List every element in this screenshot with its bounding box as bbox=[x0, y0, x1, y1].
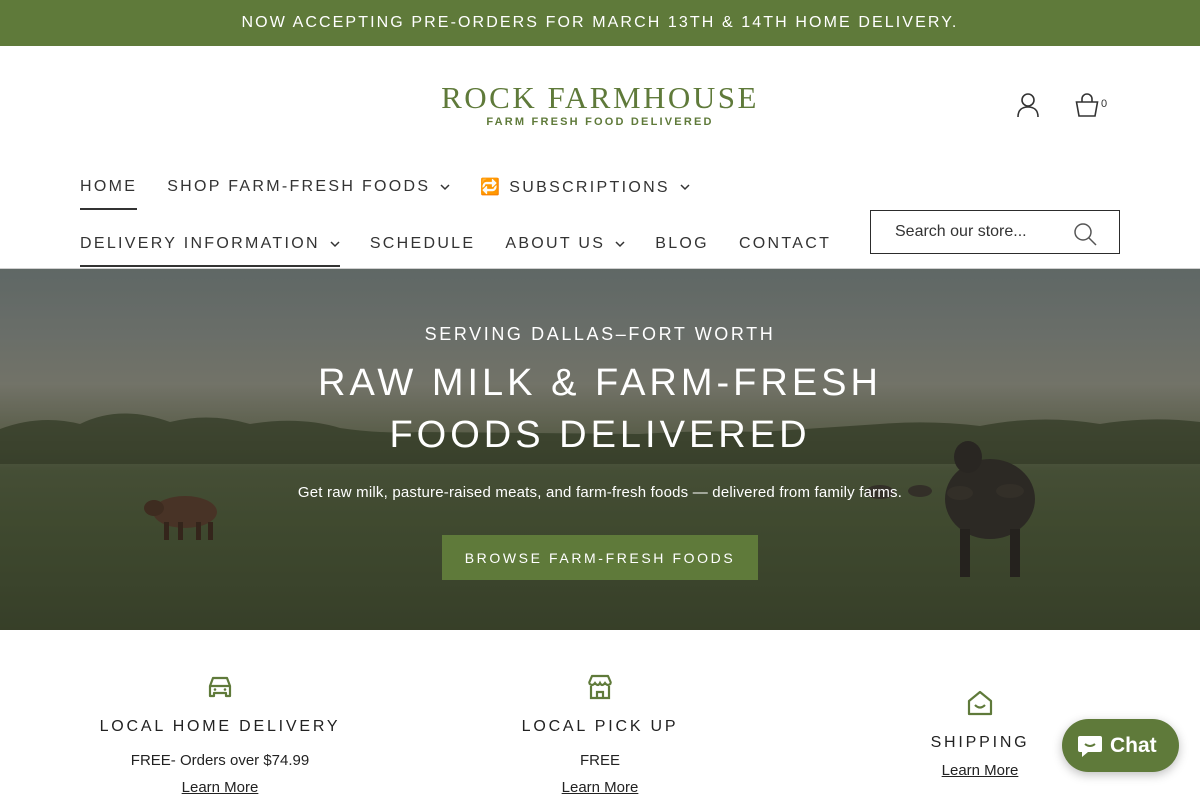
feature-local-pickup: LOCAL PICK UP FREE Learn More bbox=[450, 672, 750, 796]
hero-banner: SERVING DALLAS–FORT WORTH RAW MILK & FAR… bbox=[0, 269, 1200, 630]
nav-contact[interactable]: CONTACT bbox=[739, 221, 831, 267]
announcement-text: NOW ACCEPTING PRE-ORDERS FOR MARCH 13TH … bbox=[241, 14, 959, 31]
nav-contact-label: CONTACT bbox=[738, 235, 832, 252]
announcement-bar: NOW ACCEPTING PRE-ORDERS FOR MARCH 13TH … bbox=[0, 0, 1200, 46]
nav-about-us[interactable]: ABOUT US bbox=[505, 221, 625, 267]
search-input[interactable] bbox=[895, 223, 1075, 241]
logo-main-text: ROCK FARMHOUSE bbox=[441, 80, 759, 115]
nav-shop[interactable]: SHOP FARM-FRESH FOODS bbox=[167, 164, 450, 210]
hero-kicker: SERVING DALLAS–FORT WORTH bbox=[424, 324, 776, 344]
logo[interactable]: ROCK FARMHOUSE FARM FRESH FOOD DELIVERED bbox=[400, 80, 800, 129]
store-icon bbox=[587, 674, 613, 700]
chevron-down-icon bbox=[680, 184, 690, 191]
nav-about-label: ABOUT US bbox=[505, 235, 606, 252]
chat-button[interactable]: Chat bbox=[1062, 719, 1179, 772]
cart-icon[interactable] bbox=[1075, 92, 1099, 118]
nav-delivery-information[interactable]: DELIVERY INFORMATION bbox=[80, 221, 340, 267]
nav-blog[interactable]: BLOG bbox=[655, 221, 709, 267]
nav-subscriptions-label: 🔁 SUBSCRIPTIONS bbox=[480, 179, 670, 196]
chevron-down-icon bbox=[440, 184, 450, 191]
nav-schedule-label: SCHEDULE bbox=[369, 235, 476, 252]
feature-title: LOCAL HOME DELIVERY bbox=[99, 718, 341, 735]
chevron-down-icon bbox=[615, 241, 625, 248]
main-nav-row-2: DELIVERY INFORMATION SCHEDULE ABOUT US B… bbox=[80, 221, 861, 267]
browse-foods-button[interactable]: BROWSE FARM-FRESH FOODS bbox=[442, 535, 758, 580]
learn-more-link[interactable]: Learn More bbox=[450, 779, 750, 796]
chat-bubble-icon bbox=[1078, 735, 1102, 757]
nav-shop-label: SHOP FARM-FRESH FOODS bbox=[167, 178, 431, 195]
feature-title: LOCAL PICK UP bbox=[521, 718, 679, 735]
nav-delivery-label: DELIVERY INFORMATION bbox=[80, 235, 320, 252]
chat-label: Chat bbox=[1110, 733, 1157, 757]
home-icon bbox=[967, 690, 993, 716]
nav-home[interactable]: HOME bbox=[80, 164, 138, 210]
cart-count-badge: 0 bbox=[1101, 98, 1108, 110]
nav-schedule[interactable]: SCHEDULE bbox=[370, 221, 476, 267]
logo-tagline: FARM FRESH FOOD DELIVERED bbox=[486, 116, 714, 128]
learn-more-link[interactable]: Learn More bbox=[70, 779, 370, 796]
search-icon[interactable] bbox=[1073, 222, 1097, 246]
nav-home-label: HOME bbox=[80, 178, 138, 195]
hero-title: RAW MILK & FARM-FRESH FOODS DELIVERED bbox=[318, 362, 882, 456]
car-icon bbox=[208, 676, 232, 698]
account-icon[interactable] bbox=[1016, 92, 1040, 118]
search-box bbox=[870, 210, 1120, 254]
site-header: ROCK FARMHOUSE FARM FRESH FOOD DELIVERED… bbox=[0, 46, 1200, 269]
feature-text: FREE bbox=[579, 752, 620, 769]
nav-blog-label: BLOG bbox=[655, 235, 709, 252]
nav-subscriptions[interactable]: 🔁 SUBSCRIPTIONS bbox=[480, 164, 690, 210]
feature-home-delivery: LOCAL HOME DELIVERY FREE- Orders over $7… bbox=[70, 672, 370, 796]
chevron-down-icon bbox=[330, 241, 340, 248]
hero-subtitle: Get raw milk, pasture-raised meats, and … bbox=[297, 484, 903, 501]
main-nav-row-1: HOME SHOP FARM-FRESH FOODS 🔁 SUBSCRIPTIO… bbox=[80, 164, 720, 210]
feature-text: FREE- Orders over $74.99 bbox=[130, 752, 310, 769]
